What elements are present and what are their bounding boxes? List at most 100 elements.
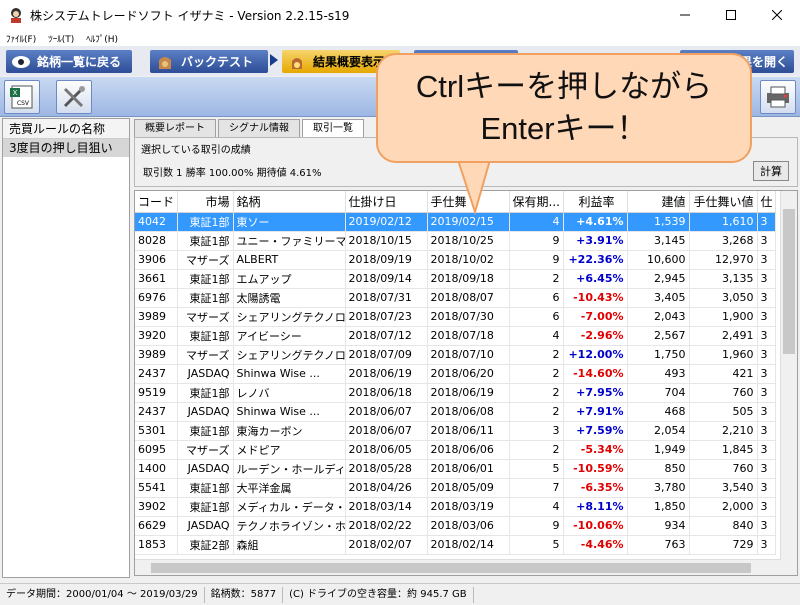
tab-trade-list[interactable]: 取引一覧	[302, 119, 364, 137]
export-csv-button[interactable]: X CSV	[4, 80, 40, 114]
tab-overview-report[interactable]: 概要レポート	[134, 119, 216, 137]
cell-entry-price: 3,780	[627, 478, 690, 498]
table-row[interactable]: 1853 東証2部 森組 2018/02/07 2018/02/14 5 -4.46% 763…	[135, 535, 776, 555]
rule-list-header: 売買ルールの名称	[3, 119, 129, 139]
table-row[interactable]: 2437 JASDAQ Shinwa Wise ... 2018/06/19 2018/…	[135, 364, 776, 384]
cell-extra: 3	[757, 497, 776, 517]
col-header-name[interactable]: 銘柄	[233, 191, 346, 213]
tools-button[interactable]	[56, 80, 92, 114]
close-button[interactable]	[754, 0, 800, 30]
col-header-entry-price[interactable]: 建値	[627, 191, 690, 213]
table-row[interactable]: 3989 マザーズ シェアリングテクノロ... 2018/07/23 2018/07/3…	[135, 307, 776, 327]
col-header-holding-period[interactable]: 保有期...	[509, 191, 564, 213]
cell-exit-price: 760	[689, 383, 758, 403]
print-button[interactable]	[760, 80, 796, 114]
cell-entry-price: 704	[627, 383, 690, 403]
cell-holding-period: 4	[509, 326, 564, 346]
cell-entry-price: 934	[627, 516, 690, 536]
cell-entry-date: 2018/09/14	[345, 269, 428, 289]
calculate-button[interactable]: 計算	[753, 161, 789, 181]
table-row[interactable]: 6976 東証1部 太陽誘電 2018/07/31 2018/08/07 6 -10.43%…	[135, 288, 776, 308]
col-header-exit-price[interactable]: 手仕舞い値	[689, 191, 758, 213]
cell-name: Shinwa Wise ...	[233, 364, 346, 384]
maximize-button[interactable]	[708, 0, 754, 30]
cell-profit-rate: +8.11%	[563, 497, 628, 517]
cell-extra: 3	[757, 212, 776, 232]
cell-exit-price: 1,610	[689, 212, 758, 232]
stock-count: 銘柄数：5877	[205, 586, 284, 603]
table-row[interactable]: 3661 東証1部 エムアップ 2018/09/14 2018/09/18 2 +6.45%…	[135, 269, 776, 289]
minimize-button[interactable]	[662, 0, 708, 30]
cell-holding-period: 9	[509, 231, 564, 251]
cell-extra: 3	[757, 326, 776, 346]
trade-summary: 取引数 1 勝率 100.00% 期待値 4.61%	[143, 168, 322, 179]
cell-code: 3902	[135, 497, 178, 517]
table-row[interactable]: 3902東証1部メディカル・データ・ビ...2018/03/142018/03/…	[135, 497, 776, 517]
cell-profit-rate: -2.96%	[563, 326, 628, 346]
table-row[interactable]: 6095 マザーズ メドピア 2018/06/05 2018/06/06 2 -5.34% 1…	[135, 440, 776, 460]
cell-name: 東海カーボン	[233, 421, 346, 441]
table-row[interactable]: 5301 東証1部 東海カーボン 2018/06/07 2018/06/11 3 +7.59…	[135, 421, 776, 441]
table-row[interactable]: 2437 JASDAQ Shinwa Wise ... 2018/06/07 2018/…	[135, 402, 776, 422]
menu-tools[interactable]: ﾂｰﾙ(T)	[42, 32, 80, 45]
table-row[interactable]: 4042 東証1部 東ソー 2019/02/12 2019/02/15 4 +4.61% 1,…	[135, 212, 776, 232]
cell-entry-price: 2,054	[627, 421, 690, 441]
cell-code: 3989	[135, 307, 178, 327]
menu-file[interactable]: ﾌｧｲﾙ(F)	[0, 32, 42, 45]
app-icon	[11, 8, 21, 23]
cell-entry-price: 763	[627, 535, 690, 555]
table-row[interactable]: 9519 東証1部 レノバ 2018/06/18 2018/06/19 2 +7.95% 70…	[135, 383, 776, 403]
cell-holding-period: 6	[509, 288, 564, 308]
cell-extra: 3	[757, 421, 776, 441]
backtest-button[interactable]: バックテスト	[150, 50, 268, 73]
cell-code: 6976	[135, 288, 178, 308]
cell-profit-rate: -6.35%	[563, 478, 628, 498]
back-to-list-button[interactable]: 銘柄一覧に戻る	[6, 50, 132, 73]
window-title: 株システムトレードソフト イザナミ - Version 2.2.15-s19	[30, 8, 350, 23]
cell-entry-date: 2018/06/19	[345, 364, 428, 384]
col-header-extra[interactable]: 仕	[757, 191, 776, 213]
col-header-entry-date[interactable]: 仕掛け日	[345, 191, 428, 213]
cell-name: メディカル・データ・ビ...	[233, 497, 346, 517]
cell-code: 3906	[135, 250, 178, 270]
cell-code: 2437	[135, 364, 178, 384]
table-row[interactable]: 5541 東証1部 大平洋金属 2018/04/26 2018/05/09 7 -6.35%…	[135, 478, 776, 498]
cell-market: 東証2部	[177, 535, 234, 555]
menu-help[interactable]: ﾍﾙﾌﾟ(H)	[80, 32, 124, 45]
cell-exit-price: 840	[689, 516, 758, 536]
cell-name: シェアリングテクノロ...	[233, 307, 346, 327]
vertical-scrollbar[interactable]	[780, 191, 797, 575]
cell-entry-price: 2,945	[627, 269, 690, 289]
col-header-profit-rate[interactable]: 利益率	[563, 191, 628, 213]
col-header-market[interactable]: 市場	[177, 191, 234, 213]
cell-market: 東証1部	[177, 326, 234, 346]
cell-holding-period: 9	[509, 250, 564, 270]
cell-exit-date: 2018/03/19	[427, 497, 510, 517]
cell-entry-price: 10,600	[627, 250, 690, 270]
table-row[interactable]: 3989 マザーズ シェアリングテクノロ... 2018/07/09 2018/07/1…	[135, 345, 776, 365]
rule-list-panel: 売買ルールの名称 3度目の押し目狙い	[2, 118, 130, 578]
cell-exit-price: 1,960	[689, 345, 758, 365]
table-row[interactable]: 3906 マザーズ ALBERT 2018/09/19 2018/10/02 9 +22.3…	[135, 250, 776, 270]
rule-list-item[interactable]: 3度目の押し目狙い	[3, 139, 129, 157]
bag-icon	[154, 53, 176, 71]
table-row[interactable]: 6629 JASDAQ テクノホライゾン・ホ... 2018/02/22 2018/03…	[135, 516, 776, 536]
cell-code: 3989	[135, 345, 178, 365]
cell-name: テクノホライゾン・ホ...	[233, 516, 346, 536]
col-header-exit-date[interactable]: 手仕舞	[427, 191, 510, 213]
horizontal-scroll-thumb[interactable]	[151, 563, 751, 573]
cell-entry-date: 2018/03/14	[345, 497, 428, 517]
group-title: 選択している取引の成績	[141, 145, 251, 156]
table-row[interactable]: 3920 東証1部 アイビーシー 2018/07/12 2018/07/18 4 -2.96…	[135, 326, 776, 346]
horizontal-scrollbar[interactable]	[135, 559, 781, 575]
vertical-scroll-thumb[interactable]	[783, 209, 795, 354]
table-header-row: コード 市場 銘柄 仕掛け日 手仕舞 保有期... 利益率 建値 手仕舞い値 仕	[135, 191, 776, 213]
svg-text:CSV: CSV	[17, 100, 30, 107]
col-header-code[interactable]: コード	[135, 191, 178, 213]
cell-name: 太陽誘電	[233, 288, 346, 308]
cell-profit-rate: +22.36%	[563, 250, 628, 270]
trade-table: コード 市場 銘柄 仕掛け日 手仕舞 保有期... 利益率 建値 手仕舞い値 仕…	[134, 190, 798, 576]
table-row[interactable]: 8028 東証1部 ユニー・ファミリーマ... 2018/10/15 2018/10/2…	[135, 231, 776, 251]
table-row[interactable]: 1400 JASDAQ ルーデン・ホールディ... 2018/05/28 2018/06…	[135, 459, 776, 479]
tab-signal-info[interactable]: シグナル情報	[218, 119, 300, 137]
